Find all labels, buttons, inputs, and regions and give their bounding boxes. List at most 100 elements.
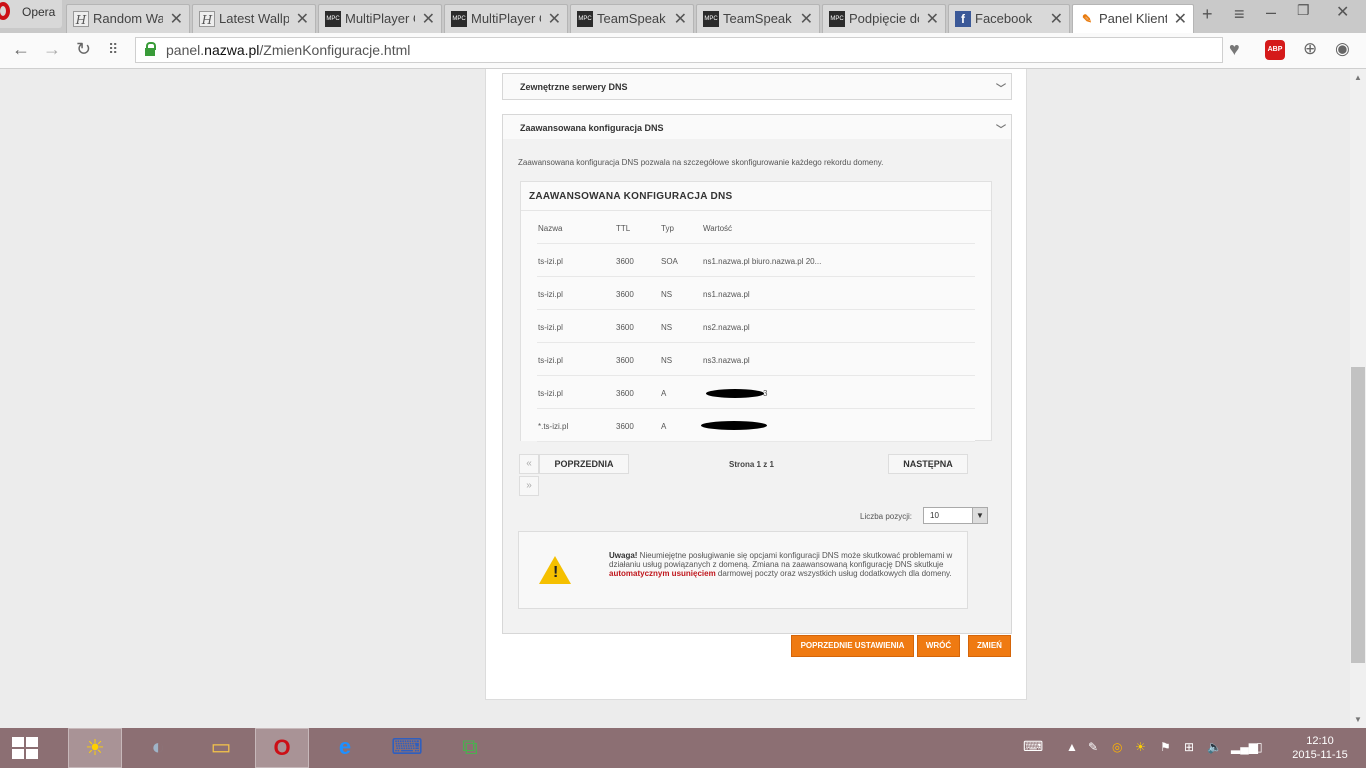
table-row[interactable]: ts-izi.pl 3600 NS ns3.nazwa.pl xyxy=(537,343,975,376)
record-value: ns2.nazwa.pl xyxy=(703,323,750,332)
table-row[interactable]: ts-izi.pl 3600 A 3 xyxy=(537,376,975,409)
battery-icon[interactable]: ▯ xyxy=(1256,740,1263,754)
taskbar-sun-app[interactable]: ☀ xyxy=(68,728,122,768)
record-ttl: 3600 xyxy=(616,290,634,299)
record-type: SOA xyxy=(661,257,678,266)
record-name: *.ts-izi.pl xyxy=(538,422,569,431)
tab-teamspeak-1[interactable]: MPC TeamSpeak | ✕ xyxy=(570,4,694,33)
taskbar-network-app[interactable]: ⌨ xyxy=(380,728,434,768)
adblock-plus-icon[interactable]: ABP xyxy=(1265,40,1285,60)
pager-last-button[interactable]: » xyxy=(519,476,539,496)
close-tab-icon[interactable]: ✕ xyxy=(170,9,183,29)
opera-menu-label: Opera xyxy=(22,5,56,19)
account-icon[interactable]: ◉ xyxy=(1335,39,1350,59)
close-tab-icon[interactable]: ✕ xyxy=(1050,9,1063,29)
close-tab-icon[interactable]: ✕ xyxy=(422,9,435,29)
new-tab-icon[interactable]: + xyxy=(1202,4,1213,25)
folder-icon: ▭ xyxy=(210,734,232,759)
tab-panel-klienta[interactable]: ✎ Panel Klienta ✕ xyxy=(1072,4,1194,33)
close-tab-icon[interactable]: ✕ xyxy=(1174,9,1187,29)
tab-label: TeamSpeak - xyxy=(723,11,793,26)
pager-prev-button[interactable]: POPRZEDNIA xyxy=(539,454,629,474)
download-icon[interactable]: ⊕ xyxy=(1303,39,1317,59)
table-title: ZAAWANSOWANA KONFIGURACJA DNS xyxy=(521,182,991,211)
close-tab-icon[interactable]: ✕ xyxy=(674,9,687,29)
tab-random-wall[interactable]: H Random Wall ✕ xyxy=(66,4,190,33)
taskbar-opera[interactable]: O xyxy=(255,728,309,768)
panel-icon: ✎ xyxy=(1081,12,1093,26)
scrollbar-thumb[interactable] xyxy=(1351,367,1365,663)
tab-multiplayer-2[interactable]: MPC MultiPlayer C ✕ xyxy=(444,4,568,33)
per-page-select[interactable]: 10 ▼ xyxy=(923,507,988,524)
tray-tool-icon[interactable]: ✎ xyxy=(1088,740,1098,754)
tray-sun-icon[interactable]: ☀ xyxy=(1135,740,1146,754)
tab-latest-wallpapers[interactable]: H Latest Wallpa ✕ xyxy=(192,4,316,33)
close-tab-icon[interactable]: ✕ xyxy=(926,9,939,29)
chevron-down-icon[interactable]: ▼ xyxy=(972,508,987,523)
pager-info: Strona 1 z 1 xyxy=(729,460,774,469)
tray-flag-icon[interactable]: ⚑ xyxy=(1160,740,1171,754)
table-header-row: Nazwa TTL Typ Wartość xyxy=(537,211,975,244)
record-name: ts-izi.pl xyxy=(538,290,563,299)
tray-avast-icon[interactable]: ◎ xyxy=(1112,740,1122,754)
redaction-mark xyxy=(701,421,767,430)
tab-menu-icon[interactable]: ≡ xyxy=(1234,4,1245,25)
network-signal-icon[interactable]: ▂▄▆ xyxy=(1231,740,1258,754)
h-icon: H xyxy=(199,11,215,27)
pager-first-button[interactable]: « xyxy=(519,454,539,474)
tab-multiplayer-1[interactable]: MPC MultiPlayer C ✕ xyxy=(318,4,442,33)
previous-settings-button[interactable]: POPRZEDNIE USTAWIENIA xyxy=(791,635,914,657)
forward-icon[interactable]: → xyxy=(43,39,61,60)
remote-icon: ⧉ xyxy=(462,734,478,759)
tab-facebook[interactable]: f Facebook ✕ xyxy=(948,4,1070,33)
dns-records-table: ZAAWANSOWANA KONFIGURACJA DNS Nazwa TTL … xyxy=(520,181,992,442)
table-row[interactable]: ts-izi.pl 3600 NS ns2.nazwa.pl xyxy=(537,310,975,343)
h-icon: H xyxy=(73,11,89,27)
taskbar-internet-explorer[interactable]: e xyxy=(318,728,372,768)
keyboard-icon[interactable]: ⌨ xyxy=(1023,738,1043,755)
table-row[interactable]: ts-izi.pl 3600 SOA ns1.nazwa.pl biuro.na… xyxy=(537,244,975,277)
taskbar-clock[interactable]: 12:10 2015-11-15 xyxy=(1290,734,1350,762)
column-header: TTL xyxy=(616,224,631,233)
volume-icon[interactable]: 🔈 xyxy=(1207,740,1222,754)
record-ttl: 3600 xyxy=(616,389,634,398)
mpc-icon: MPC xyxy=(829,11,845,27)
tray-expand-icon[interactable]: ▲ xyxy=(1066,740,1078,754)
back-button[interactable]: WRÓĆ xyxy=(917,635,960,657)
pager-next-button[interactable]: NASTĘPNA xyxy=(888,454,968,474)
section-external-dns[interactable]: Zewnętrzne serwery DNS ﹀ xyxy=(502,73,1012,100)
windows-taskbar: ☀ ◐ ▭ O e ⌨ ⧉ ⌨ ▲ ✎ ◎ ☀ ⚑ ⊞ 🔈 ▂▄▆ ▯ 12:1… xyxy=(0,728,1366,768)
url-field[interactable]: panel.nazwa.pl/ZmienKonfiguracje.html xyxy=(135,37,1223,63)
warning-box: ! Uwaga! Nieumiejętne posługiwanie się o… xyxy=(518,531,968,609)
close-tab-icon[interactable]: ✕ xyxy=(548,9,561,29)
bookmark-heart-icon[interactable]: ♥ xyxy=(1229,39,1240,60)
tab-label: Facebook xyxy=(975,11,1033,26)
close-tab-icon[interactable]: ✕ xyxy=(800,9,813,29)
close-tab-icon[interactable]: ✕ xyxy=(296,9,309,29)
clock-date: 2015-11-15 xyxy=(1292,749,1348,761)
taskbar-teamspeak[interactable]: ◐ xyxy=(131,728,185,768)
speed-dial-icon[interactable]: ⠿ xyxy=(108,41,118,58)
scroll-up-icon[interactable]: ▲ xyxy=(1354,73,1362,82)
close-window-icon[interactable]: ✕ xyxy=(1336,2,1349,22)
page-scrollbar[interactable]: ▲ ▼ xyxy=(1350,69,1366,728)
reload-icon[interactable]: ↻ xyxy=(76,39,91,60)
windows-start-icon[interactable] xyxy=(12,737,38,759)
tray-windows-icon[interactable]: ⊞ xyxy=(1184,740,1194,754)
table-row[interactable]: *.ts-izi.pl 3600 A xyxy=(537,409,975,442)
taskbar-remote-app[interactable]: ⧉ xyxy=(443,728,497,768)
taskbar-explorer[interactable]: ▭ xyxy=(194,728,248,768)
content-panel: Zewnętrzne serwery DNS ﹀ Zaawansowana ko… xyxy=(485,69,1027,700)
tab-podpiecie[interactable]: MPC Podpięcie do ✕ xyxy=(822,4,946,33)
section-advanced-dns[interactable]: Zaawansowana konfiguracja DNS ﹀ xyxy=(502,114,1012,141)
change-button[interactable]: ZMIEŃ xyxy=(968,635,1011,657)
restore-icon[interactable]: ❐ xyxy=(1297,2,1310,19)
tab-teamspeak-2[interactable]: MPC TeamSpeak - ✕ xyxy=(696,4,820,33)
tab-label: MultiPlayer C xyxy=(471,11,541,26)
scroll-down-icon[interactable]: ▼ xyxy=(1354,715,1362,724)
opera-menu-button[interactable]: Opera xyxy=(0,0,62,28)
record-name: ts-izi.pl xyxy=(538,356,563,365)
back-icon[interactable]: ← xyxy=(12,39,30,60)
minimize-icon[interactable]: – xyxy=(1266,2,1276,23)
table-row[interactable]: ts-izi.pl 3600 NS ns1.nazwa.pl xyxy=(537,277,975,310)
